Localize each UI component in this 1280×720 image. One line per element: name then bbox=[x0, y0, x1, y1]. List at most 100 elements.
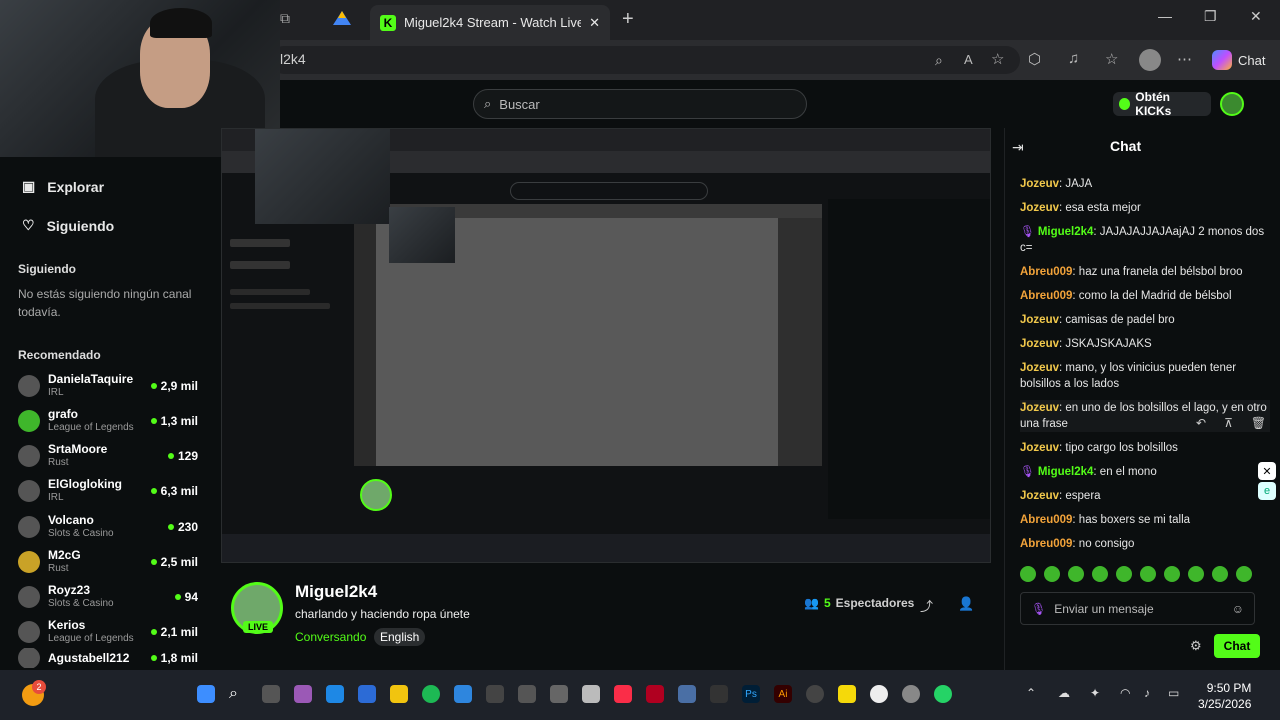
chat-message[interactable]: Abreu009: haz una franela del bélsbol br… bbox=[1020, 264, 1265, 280]
stream-video-player[interactable] bbox=[221, 128, 991, 563]
extensions-icon[interactable]: ⬡ bbox=[1028, 50, 1041, 68]
channel-item[interactable]: Volcano Slots & Casino 230 bbox=[18, 511, 198, 543]
chat-message[interactable]: Jozeuv: mano, y los vinicius pueden tene… bbox=[1020, 360, 1265, 392]
emote-icon[interactable] bbox=[1140, 566, 1156, 582]
chat-message[interactable]: 🎙 Miguel2k4: en el mono bbox=[1020, 464, 1265, 480]
media-icon[interactable]: ♫ bbox=[1068, 50, 1079, 67]
tray-chevron-icon[interactable]: ⌃ bbox=[1026, 686, 1036, 700]
start-icon[interactable] bbox=[197, 685, 215, 703]
chat-message[interactable]: Jozeuv: espera bbox=[1020, 488, 1265, 504]
chat-username[interactable]: Jozeuv bbox=[1020, 490, 1059, 502]
app-icon[interactable] bbox=[550, 685, 568, 703]
tab-icon[interactable]: ⧉ bbox=[280, 10, 300, 30]
emote-icon[interactable] bbox=[1164, 566, 1180, 582]
chat-username[interactable]: Jozeuv bbox=[1020, 202, 1059, 214]
chat-username[interactable]: Miguel2k4 bbox=[1038, 466, 1094, 478]
chat-message[interactable]: Jozeuv: tipo cargo los bolsillos bbox=[1020, 440, 1265, 456]
user-avatar[interactable] bbox=[1220, 92, 1244, 116]
nav-explore[interactable]: ▣ Explorar bbox=[22, 178, 104, 195]
photoshop-icon[interactable]: Ps bbox=[742, 685, 760, 703]
chat-username[interactable]: Abreu009 bbox=[1020, 266, 1072, 278]
copilot-chat-button[interactable]: Chat bbox=[1212, 50, 1265, 70]
close-window-icon[interactable]: ✕ bbox=[1250, 8, 1262, 25]
emote-icon[interactable] bbox=[1212, 566, 1228, 582]
reply-icon[interactable]: ↶ bbox=[1196, 416, 1206, 430]
chat-username[interactable]: Jozeuv bbox=[1020, 362, 1059, 374]
channel-item[interactable]: Royz23 Slots & Casino 94 bbox=[18, 581, 198, 613]
tray-app-icon[interactable]: ✦ bbox=[1090, 686, 1100, 700]
channel-item[interactable]: Kerios League of Legends 2,1 mil bbox=[18, 616, 198, 648]
app-icon[interactable] bbox=[486, 685, 504, 703]
emote-icon[interactable] bbox=[1044, 566, 1060, 582]
app-icon[interactable] bbox=[582, 685, 600, 703]
active-tab[interactable]: K Miguel2k4 Stream - Watch Live on ✕ bbox=[370, 5, 610, 40]
tray-app-icon[interactable]: ☁ bbox=[1058, 686, 1070, 700]
app-icon[interactable] bbox=[870, 685, 888, 703]
restore-icon[interactable]: ❐ bbox=[1204, 8, 1217, 25]
chat-message[interactable]: Abreu009: como la del Madrid de bélsbol bbox=[1020, 288, 1265, 304]
favorites-icon[interactable]: ☆ bbox=[1105, 50, 1118, 68]
share-icon[interactable]: ⤴ bbox=[920, 596, 933, 615]
chat-message[interactable]: Jozeuv: JAJA bbox=[1020, 176, 1265, 192]
chat-username[interactable]: Jozeuv bbox=[1020, 314, 1059, 326]
file-explorer-icon[interactable] bbox=[390, 685, 408, 703]
channel-item[interactable]: M2cG Rust 2,5 mil bbox=[18, 546, 198, 578]
app-icon[interactable] bbox=[806, 685, 824, 703]
chat-username[interactable]: Jozeuv bbox=[1020, 442, 1059, 454]
chat-username[interactable]: Abreu009 bbox=[1020, 290, 1072, 302]
follow-user-icon[interactable]: 👤 bbox=[958, 596, 974, 612]
chat-message[interactable]: Jozeuv: camisas de padel bro bbox=[1020, 312, 1265, 328]
stream-category-link[interactable]: Conversando bbox=[295, 630, 366, 644]
close-overlay-icon[interactable]: ✕ bbox=[1258, 462, 1276, 480]
delete-icon[interactable]: 🗑 bbox=[1251, 416, 1266, 430]
chat-message[interactable]: Jozeuv: esa esta mejor bbox=[1020, 200, 1265, 216]
wifi-icon[interactable]: ◠ bbox=[1120, 686, 1130, 700]
channel-item[interactable]: DanielaTaquire IRL 2,9 mil bbox=[18, 370, 198, 402]
channel-item[interactable]: Agustabell212 1,8 mil bbox=[18, 648, 198, 668]
battery-icon[interactable]: ▭ bbox=[1168, 686, 1179, 700]
streamer-name[interactable]: Miguel2k4 bbox=[295, 582, 377, 602]
chat-settings-gear-icon[interactable]: ⚙ bbox=[1190, 638, 1202, 654]
emoji-icon[interactable]: ☺ bbox=[1232, 602, 1244, 616]
app-icon[interactable] bbox=[518, 685, 536, 703]
store-icon[interactable] bbox=[358, 685, 376, 703]
channel-item[interactable]: grafo League of Legends 1,3 mil bbox=[18, 405, 198, 437]
more-menu-icon[interactable]: ⋯ bbox=[1177, 50, 1192, 68]
chat-message[interactable]: 🎙 Miguel2k4: JAJAJAJJAJAajAJ 2 monos dos… bbox=[1020, 224, 1265, 256]
emote-icon[interactable] bbox=[1020, 566, 1036, 582]
emote-icon[interactable] bbox=[1116, 566, 1132, 582]
nav-following[interactable]: ♡ Siguiendo bbox=[22, 217, 114, 234]
read-aloud-icon[interactable]: A bbox=[964, 52, 973, 67]
copilot-taskbar-icon[interactable] bbox=[294, 685, 312, 703]
chat-username[interactable]: Abreu009 bbox=[1020, 538, 1072, 550]
minimize-icon[interactable]: — bbox=[1158, 8, 1172, 24]
chat-message[interactable]: Jozeuv: JSKAJSKAJAKS bbox=[1020, 336, 1265, 352]
zoom-icon[interactable]: ⌕ bbox=[935, 52, 943, 69]
profile-avatar[interactable] bbox=[1139, 49, 1161, 71]
chat-message-input[interactable]: 🎙 Enviar un mensaje ☺ bbox=[1020, 592, 1255, 625]
chat-username[interactable]: Abreu009 bbox=[1020, 514, 1072, 526]
emote-icon[interactable] bbox=[1188, 566, 1204, 582]
chat-username[interactable]: Jozeuv bbox=[1020, 178, 1059, 190]
notes-icon[interactable] bbox=[838, 685, 856, 703]
emote-icon[interactable] bbox=[1236, 566, 1252, 582]
chat-send-button[interactable]: Chat bbox=[1214, 634, 1260, 658]
overlay-logo-icon[interactable]: e bbox=[1258, 482, 1276, 500]
drive-tab-icon[interactable] bbox=[333, 11, 351, 27]
favorite-star-icon[interactable]: ☆ bbox=[991, 50, 1004, 68]
chat-message[interactable]: Abreu009: has boxers se mi talla bbox=[1020, 512, 1265, 528]
app-icon[interactable] bbox=[710, 685, 728, 703]
task-view-icon[interactable] bbox=[262, 685, 280, 703]
spotify-icon[interactable] bbox=[422, 685, 440, 703]
clock[interactable]: 9:50 PM 3/25/2026 bbox=[1198, 680, 1251, 712]
edge-icon[interactable] bbox=[326, 685, 344, 703]
url-field[interactable]: l2k4 bbox=[270, 46, 1020, 74]
channel-item[interactable]: SrtaMoore Rust 129 bbox=[18, 440, 198, 472]
emote-icon[interactable] bbox=[1068, 566, 1084, 582]
pin-icon[interactable]: ⊼ bbox=[1224, 416, 1233, 430]
close-tab-icon[interactable]: ✕ bbox=[589, 15, 600, 31]
whatsapp-icon[interactable] bbox=[934, 685, 952, 703]
get-kicks-button[interactable]: Obtén KICKs bbox=[1113, 90, 1211, 118]
channel-item[interactable]: ElGlogloking IRL 6,3 mil bbox=[18, 475, 198, 507]
search-input[interactable]: ⌕ Buscar bbox=[473, 89, 807, 119]
